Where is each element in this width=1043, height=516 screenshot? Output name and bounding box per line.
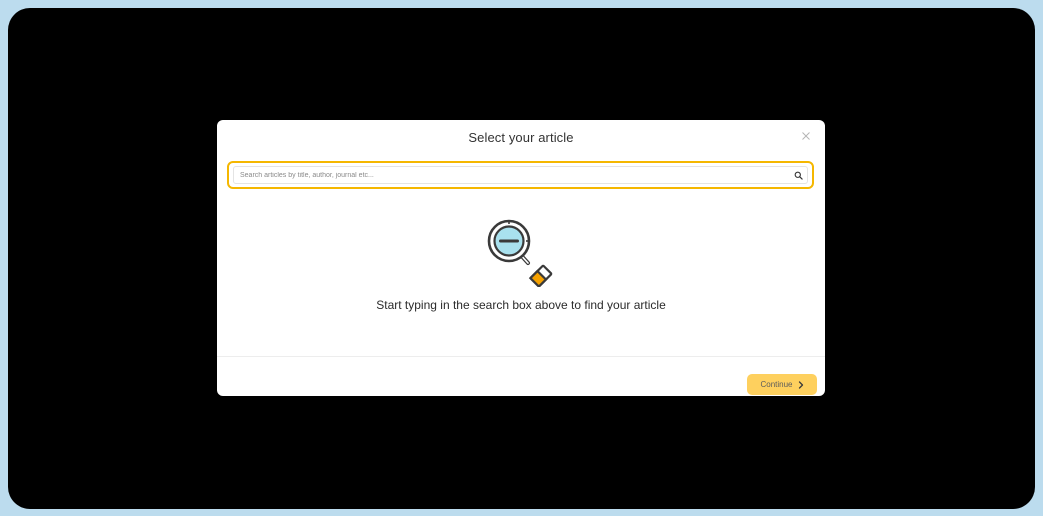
search-input[interactable] — [233, 166, 808, 184]
modal-backdrop[interactable]: Select your article Search articles by t… — [8, 8, 1035, 509]
continue-button-label: Continue — [760, 380, 793, 389]
continue-button[interactable]: Continue — [747, 374, 817, 395]
chevron-right-icon — [798, 380, 803, 389]
select-article-modal: Select your article Search articles by t… — [217, 120, 825, 396]
empty-state-message: Start typing in the search box above to … — [376, 298, 666, 312]
footer-divider — [217, 356, 825, 357]
modal-title: Select your article — [468, 130, 574, 145]
magnifying-glass-minus-icon — [487, 219, 553, 287]
search-icon[interactable] — [794, 171, 803, 180]
close-icon[interactable] — [799, 129, 813, 143]
search-box — [227, 161, 814, 189]
